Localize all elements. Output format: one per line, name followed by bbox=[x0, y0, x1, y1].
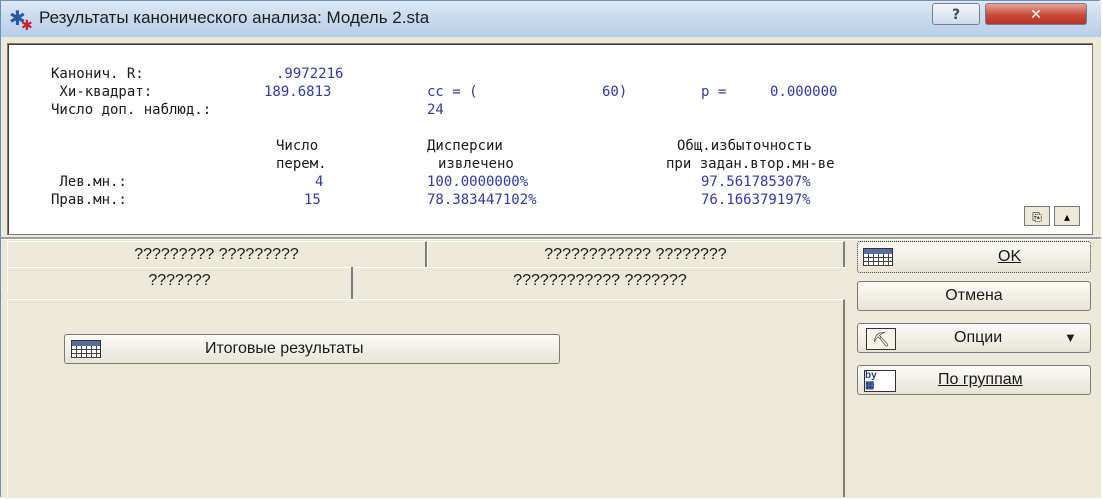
col-variance-header: Дисперсии bbox=[427, 138, 503, 154]
col-redundancy-header-2: при задан.втор.мн-ве bbox=[666, 156, 835, 172]
summary-results-label: Итоговые результаты bbox=[205, 340, 364, 357]
chi-square-value: 189.6813 bbox=[264, 84, 332, 100]
close-button[interactable]: ✕ bbox=[985, 3, 1087, 25]
tab-back-2[interactable]: ???????????? ???????? bbox=[427, 241, 845, 267]
row-left-set-redundancy: 97.561785307% bbox=[701, 174, 811, 190]
expand-up-icon[interactable]: ▴ bbox=[1054, 206, 1080, 226]
cancel-button[interactable]: Отмена bbox=[857, 281, 1091, 311]
cancel-label: Отмена bbox=[945, 287, 1003, 304]
canonical-r-label: Канонич. R: bbox=[51, 66, 144, 82]
tab-separator bbox=[351, 267, 353, 299]
df-value: 60) bbox=[602, 84, 628, 100]
row-right-set-variance: 78.383447102% bbox=[427, 192, 537, 208]
row-left-set-nvars: 4 bbox=[315, 174, 324, 190]
col-redundancy-header: Общ.избыточность bbox=[677, 138, 812, 154]
col-nvars-header-2: перем. bbox=[276, 156, 327, 172]
tab-back-1[interactable]: ????????? ????????? bbox=[7, 241, 427, 267]
options-button[interactable]: ⛏ Опции ▼ bbox=[857, 323, 1091, 353]
col-nvars-header: Число bbox=[276, 138, 319, 154]
row-right-set-redundancy: 76.166379197% bbox=[701, 192, 811, 208]
by-groups-button[interactable]: by ▦ По группам bbox=[857, 365, 1091, 395]
copy-icon[interactable]: ⎘ bbox=[1024, 206, 1050, 226]
spreadsheet-icon bbox=[863, 248, 893, 266]
spreadsheet-icon bbox=[71, 340, 101, 358]
summary-results-button[interactable]: Итоговые результаты bbox=[64, 334, 560, 364]
options-label: Опции bbox=[954, 329, 1003, 346]
p-value: 0.000000 bbox=[770, 84, 838, 100]
dialog-client-area: Канонич. R: .9972216 Хи-квадрат: 189.681… bbox=[1, 37, 1101, 498]
tab-front-2[interactable]: ???????????? ??????? bbox=[355, 267, 845, 293]
row-right-set-label: Прав.мн.: bbox=[51, 192, 127, 208]
valid-n-value: 24 bbox=[427, 102, 444, 118]
df-label: cc = ( bbox=[427, 84, 478, 100]
window-title: Результаты канонического анализа: Модель… bbox=[39, 8, 430, 27]
tab-panel: Итоговые результаты bbox=[7, 299, 845, 497]
results-text-area: Канонич. R: .9972216 Хи-квадрат: 189.681… bbox=[7, 43, 1093, 235]
ok-label: OK bbox=[998, 248, 1022, 265]
row-left-set-variance: 100.0000000% bbox=[427, 174, 529, 190]
chi-square-label: Хи-квадрат: bbox=[51, 84, 153, 100]
by-groups-label: По группам bbox=[938, 371, 1023, 388]
ok-button[interactable]: OK bbox=[857, 241, 1091, 273]
title-bar: ✱ ✱ Результаты канонического анализа: Мод… bbox=[1, 1, 1101, 38]
dropdown-arrow-icon: ▼ bbox=[1064, 330, 1077, 345]
row-right-set-nvars: 15 bbox=[304, 192, 321, 208]
by-group-icon: by ▦ bbox=[864, 370, 896, 392]
statistica-app-icon: ✱ ✱ bbox=[9, 6, 33, 34]
tab-front-1-active[interactable]: ??????? bbox=[7, 267, 351, 293]
valid-n-label: Число доп. наблюд.: bbox=[51, 102, 212, 118]
dialog-window: ✱ ✱ Результаты канонического анализа: Мод… bbox=[0, 0, 1101, 498]
results-divider bbox=[1, 237, 1101, 240]
canonical-r-value: .9972216 bbox=[276, 66, 344, 82]
p-label: p = bbox=[701, 84, 727, 100]
help-button[interactable]: ? bbox=[932, 3, 980, 25]
options-icon: ⛏ bbox=[866, 328, 896, 350]
row-left-set-label: Лев.мн.: bbox=[51, 174, 127, 190]
col-variance-header-2: извлечено bbox=[438, 156, 514, 172]
